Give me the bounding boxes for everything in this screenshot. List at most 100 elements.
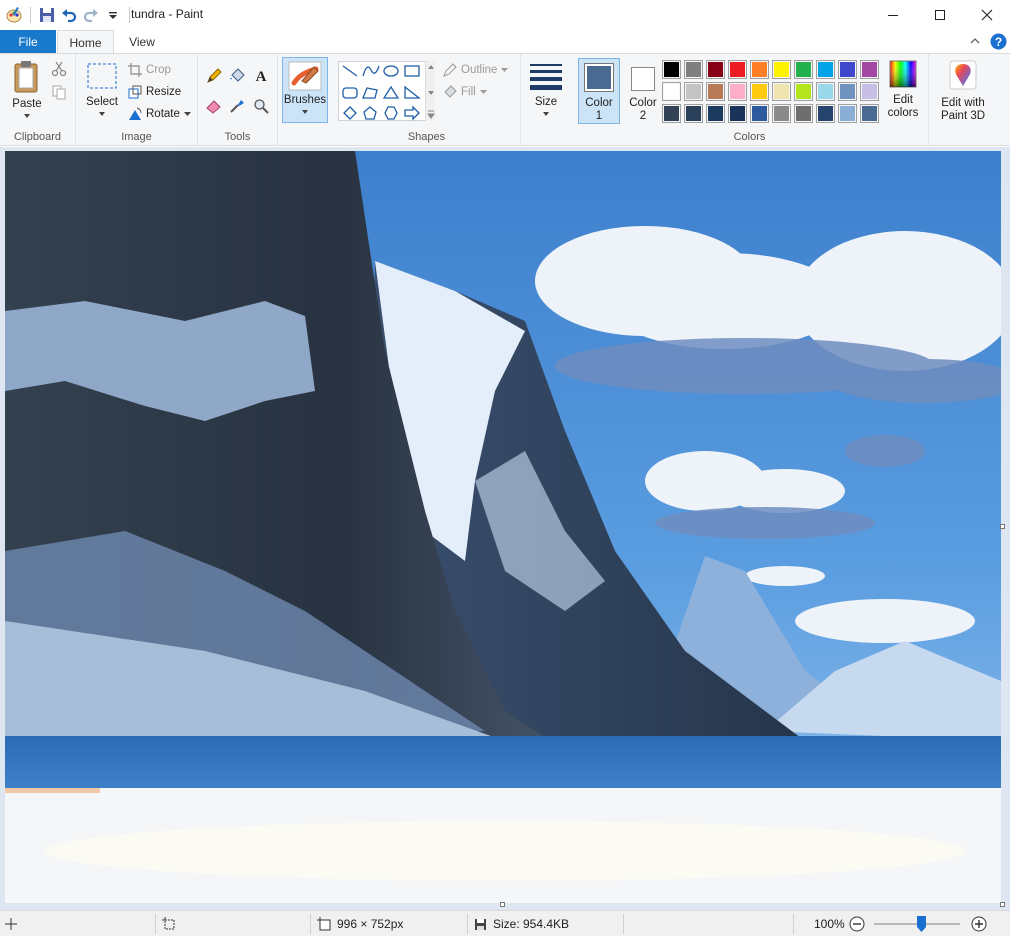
help-icon[interactable]: ? (990, 33, 1007, 53)
palette-swatch[interactable] (794, 60, 813, 79)
color1-button[interactable]: Color 1 (578, 58, 620, 124)
color2-swatch (631, 67, 655, 91)
colors-group: Color 1 Color 2 Edit colors Colors (571, 54, 929, 146)
arrow-shape-icon (404, 105, 420, 121)
crop-button[interactable]: Crop (128, 63, 171, 77)
zoom-in-button[interactable] (971, 916, 987, 935)
size-label: Size (534, 96, 558, 108)
color-picker-icon[interactable] (229, 98, 245, 117)
edit-with-paint3d-button[interactable]: Edit with Paint 3D (933, 60, 993, 123)
eraser-icon[interactable] (206, 98, 222, 117)
undo-icon[interactable] (59, 4, 79, 26)
fill-button[interactable]: Fill (443, 85, 487, 99)
palette-swatch[interactable] (750, 82, 769, 101)
shapes-group: Outline Fill Shapes (333, 54, 521, 146)
tab-file[interactable]: File (0, 30, 56, 54)
select-button[interactable]: Select (84, 62, 120, 117)
copy-icon[interactable] (51, 84, 67, 103)
resize-handle-corner[interactable] (1000, 902, 1005, 907)
palette-swatch[interactable] (860, 82, 879, 101)
color2-label-line2: 2 (639, 110, 647, 122)
paste-button[interactable]: Paste (8, 60, 46, 119)
tab-view[interactable]: View (114, 30, 170, 54)
resize-handle-right[interactable] (1000, 524, 1005, 529)
tab-home[interactable]: Home (57, 30, 114, 54)
dimensions-text: 996 × 752px (337, 917, 404, 931)
palette-swatch[interactable] (838, 82, 857, 101)
customize-toolbar-icon[interactable] (103, 4, 123, 26)
palette-swatch[interactable] (684, 82, 703, 101)
right-triangle-shape-icon (404, 85, 421, 99)
zoom-text: 100% (814, 917, 845, 931)
palette-swatch[interactable] (662, 104, 681, 123)
palette-swatch[interactable] (750, 60, 769, 79)
rotate-button[interactable]: Rotate (128, 107, 191, 121)
file-size-text: Size: 954.4KB (493, 917, 570, 931)
palette-swatch[interactable] (838, 104, 857, 123)
palette-swatch[interactable] (772, 104, 791, 123)
outline-button[interactable]: Outline (443, 63, 509, 77)
palette-swatch[interactable] (706, 60, 725, 79)
fill-bucket-icon[interactable] (229, 68, 245, 87)
zoom-out-button[interactable] (849, 916, 865, 935)
size-button[interactable]: Size (527, 62, 565, 117)
brush-icon (288, 61, 322, 91)
crosshair-icon (5, 918, 17, 930)
save-icon[interactable] (37, 4, 57, 26)
palette-swatch[interactable] (816, 60, 835, 79)
palette-swatch[interactable] (816, 104, 835, 123)
palette-swatch[interactable] (816, 82, 835, 101)
color1-label-line2: 1 (595, 110, 603, 122)
palette-swatch[interactable] (706, 82, 725, 101)
palette-swatch[interactable] (684, 60, 703, 79)
dimensions-icon (317, 917, 331, 931)
shapes-gallery[interactable] (338, 61, 434, 121)
redo-icon[interactable] (81, 4, 101, 26)
palette-swatch[interactable] (728, 82, 747, 101)
drawing-canvas[interactable] (5, 151, 1001, 903)
palette-swatch[interactable] (728, 104, 747, 123)
shapes-group-label: Shapes (407, 131, 446, 143)
magnifier-icon[interactable] (253, 98, 269, 117)
pencil-icon[interactable] (206, 68, 222, 87)
brushes-button[interactable]: Brushes (282, 57, 328, 123)
paint3d-line2: Paint 3D (940, 110, 986, 122)
palette-swatch[interactable] (772, 60, 791, 79)
palette-swatch[interactable] (706, 104, 725, 123)
palette-swatch[interactable] (684, 104, 703, 123)
fill-icon (444, 85, 457, 98)
tundra-painting (5, 151, 1001, 903)
palette-swatch[interactable] (860, 60, 879, 79)
palette-swatch[interactable] (750, 104, 769, 123)
paint3d-icon (949, 60, 977, 90)
color2-button[interactable]: Color 2 (623, 58, 663, 124)
palette-swatch[interactable] (662, 82, 681, 101)
text-tool-icon[interactable]: A (253, 67, 269, 86)
minimize-ribbon-icon[interactable] (969, 35, 981, 50)
palette-swatch[interactable] (794, 104, 813, 123)
palette-swatch[interactable] (838, 60, 857, 79)
zoom-level: 100% (814, 911, 845, 937)
paint-app-icon[interactable] (4, 4, 24, 26)
rotate-label: Rotate (146, 108, 180, 120)
outline-label: Outline (461, 64, 498, 76)
maximize-button[interactable] (917, 0, 963, 30)
crop-label: Crop (146, 64, 171, 76)
zoom-slider-thumb[interactable] (916, 916, 926, 932)
resize-handle-bottom[interactable] (500, 902, 505, 907)
triangle-shape-icon (382, 85, 400, 99)
color1-swatch (584, 63, 614, 92)
rotate-icon (129, 107, 142, 120)
shapes-scroll[interactable] (425, 61, 435, 121)
edit-colors-button[interactable]: Edit colors (882, 60, 924, 120)
palette-swatch[interactable] (794, 82, 813, 101)
palette-swatch[interactable] (662, 60, 681, 79)
close-button[interactable] (964, 0, 1010, 30)
palette-swatch[interactable] (772, 82, 791, 101)
ribbon-tabs: File Home View ? (0, 30, 1010, 54)
resize-button[interactable]: Resize (128, 85, 181, 99)
cut-icon[interactable] (51, 61, 67, 80)
palette-swatch[interactable] (860, 104, 879, 123)
minimize-button[interactable] (870, 0, 916, 30)
palette-swatch[interactable] (728, 60, 747, 79)
